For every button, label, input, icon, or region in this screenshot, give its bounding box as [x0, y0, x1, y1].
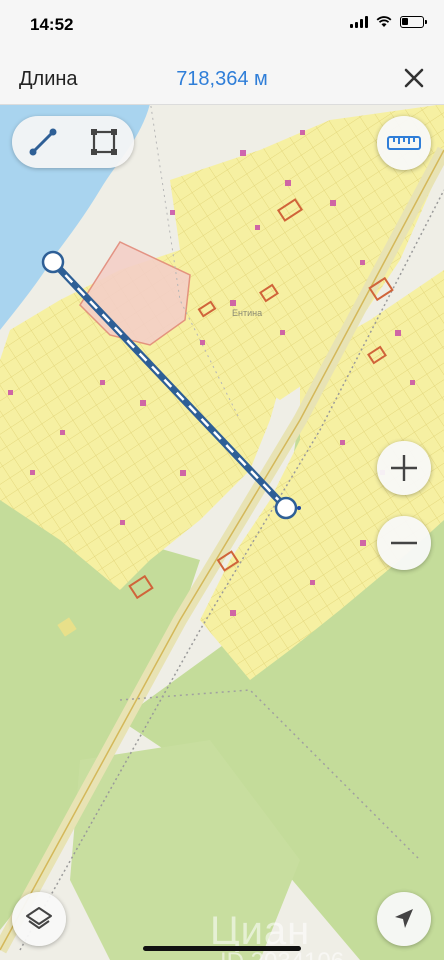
zoom-out-button[interactable] [377, 516, 431, 570]
ruler-icon [387, 136, 421, 150]
battery-icon [400, 16, 427, 28]
wifi-icon [376, 16, 392, 27]
line-measure-icon [29, 128, 56, 156]
layers-button[interactable] [12, 892, 66, 946]
ruler-button[interactable] [377, 116, 431, 170]
map-svg: Ентина [0, 104, 444, 960]
street-label: Ентина [232, 308, 262, 318]
home-indicator[interactable] [143, 946, 301, 951]
status-bar: 14:52 [0, 0, 444, 52]
measure-distance-value: 718,364 м [176, 68, 268, 90]
map-canvas[interactable]: Ентина Циан ID 2034106 [0, 104, 444, 960]
measure-header: Длина 718,364 м [0, 52, 444, 105]
status-time: 14:52 [30, 15, 74, 34]
measure-tool-selector [12, 116, 134, 168]
status-icons [350, 16, 427, 28]
area-measure-icon [90, 129, 117, 155]
close-button[interactable] [400, 64, 428, 92]
layers-icon [26, 907, 52, 929]
minus-icon [391, 541, 417, 545]
area-measure-button[interactable] [84, 122, 124, 162]
locate-button[interactable] [377, 892, 431, 946]
map-dot [297, 506, 301, 510]
signal-icon [350, 16, 368, 28]
close-icon [404, 68, 424, 88]
line-measure-button[interactable] [23, 122, 63, 162]
zoom-in-button[interactable] [377, 441, 431, 495]
location-arrow-icon [395, 909, 413, 928]
measure-end-point[interactable] [274, 496, 298, 520]
plus-icon [391, 455, 417, 481]
measure-start-point[interactable] [41, 250, 65, 274]
